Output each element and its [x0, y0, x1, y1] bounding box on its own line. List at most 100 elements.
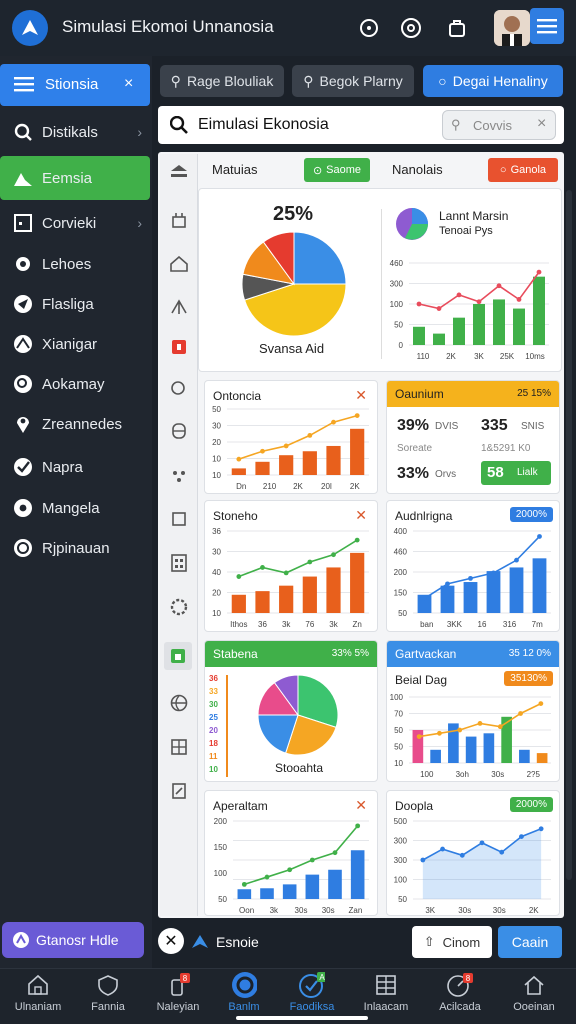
nav-item-inlaacam[interactable]: Inlaacam: [354, 972, 418, 1020]
bar: [328, 869, 342, 899]
nav-item-faodiksa[interactable]: A Faodiksa: [280, 972, 344, 1020]
grid-icon[interactable]: [168, 736, 190, 758]
nav-item-ooeinan[interactable]: Ooeinan: [502, 972, 566, 1020]
data-point: [538, 701, 544, 706]
search-icon: ⚲: [451, 117, 461, 132]
home-icon[interactable]: [168, 253, 190, 275]
tab-begok-plarny[interactable]: ⚲ Begok Plarny: [292, 65, 414, 97]
secondary-button-label: Cinom: [442, 934, 481, 950]
document-icon[interactable]: [168, 780, 190, 802]
bar: [255, 461, 270, 475]
square-icon[interactable]: [168, 508, 190, 530]
compass-icon: [12, 333, 34, 355]
clear-icon[interactable]: ×: [537, 115, 546, 133]
y-tick-label: 300: [394, 856, 408, 865]
sidebar-item-label: Mangela: [42, 499, 100, 517]
database-icon[interactable]: [168, 420, 190, 442]
bar: [255, 591, 270, 613]
tab-rage-blouliak[interactable]: ⚲ Rage Blouliak: [160, 65, 284, 97]
sidebar-item-aokamay[interactable]: Aokamay: [12, 368, 150, 400]
nav-item-ulnaniam[interactable]: Ulnaniam: [6, 972, 70, 1020]
doopla-chart: 500 300 300 100 50 3K 30s 30s 2K: [394, 817, 551, 915]
sidebar-item-mangela[interactable]: Mangela: [12, 492, 150, 524]
check-icon: A: [299, 972, 325, 998]
y-tick-label: 150: [214, 843, 228, 852]
card-title: Gartvackan: [395, 647, 457, 661]
close-icon[interactable]: ×: [124, 75, 133, 93]
bag-icon[interactable]: [446, 17, 468, 39]
close-icon[interactable]: ✕: [355, 507, 367, 524]
data-point: [422, 596, 427, 601]
bar: [433, 333, 445, 345]
x-tick-label: Dn: [236, 482, 246, 491]
bar: [519, 749, 530, 763]
save-button[interactable]: ⊙ Saome: [304, 158, 370, 182]
data-point: [499, 849, 505, 855]
x-tick-label: 30s: [493, 906, 506, 915]
nav-item-fannia[interactable]: Fannia: [76, 972, 140, 1020]
secondary-button[interactable]: ⇧ Cinom: [412, 926, 492, 958]
sidebar-item-label: Zreannedes: [42, 415, 123, 433]
calculator-icon[interactable]: [168, 552, 190, 574]
bar: [326, 567, 341, 613]
search-icon[interactable]: [168, 378, 190, 400]
y-tick-label: 11: [209, 752, 218, 761]
sidebar-item-corvieki[interactable]: Corvieki ›: [12, 207, 150, 239]
tab-degai-henaliny[interactable]: ○ Degai Henaliny: [423, 65, 563, 97]
plug-icon[interactable]: [168, 210, 190, 232]
sidebar-item-napra[interactable]: Napra: [12, 451, 150, 483]
x-tick-label: 36: [258, 620, 267, 629]
nav-item-naleyian[interactable]: 8 Naleyian: [146, 972, 210, 1020]
sidebar-item-zreannedes[interactable]: Zreannedes: [12, 408, 150, 440]
data-point: [260, 448, 265, 454]
sidebar-header-label: Stionsia: [45, 76, 99, 93]
x-tick-label: Ithos: [230, 620, 247, 629]
up-arrow-icon[interactable]: [168, 296, 190, 318]
data-point: [538, 826, 544, 832]
close-icon[interactable]: ✕: [355, 797, 367, 814]
audnlrigna-chart: 400 460 200 150 50 ban 3KK 16 316 7m: [394, 527, 551, 629]
chart-card-stoneho: Stoneho ✕ 36 30 40 20 10 Ithos 36 3k 76 3k Zn: [204, 500, 378, 632]
sidebar-header[interactable]: Stionsia ×: [0, 64, 150, 106]
x-tick-label: 3KK: [447, 620, 463, 629]
search-icon[interactable]: [358, 17, 380, 39]
ring-icon: [231, 972, 257, 998]
x-tick-label: ban: [420, 620, 433, 629]
nav-item-acilcada[interactable]: 8 Acilcada: [428, 972, 492, 1020]
grid-icon: [373, 972, 399, 998]
sidebar-item-lehoes[interactable]: Lehoes: [12, 248, 150, 280]
app-logo-icon[interactable]: [12, 10, 48, 46]
eye-icon: [12, 497, 34, 519]
sidebar-item-distikals[interactable]: Distikals ›: [12, 116, 150, 148]
settings-icon[interactable]: [400, 17, 422, 39]
sidebar-item-xianigar[interactable]: Xianigar: [12, 328, 150, 360]
layers-icon[interactable]: [168, 160, 190, 182]
menu-button[interactable]: [530, 8, 564, 44]
y-tick-label: 50: [394, 743, 403, 752]
search-icon: [170, 116, 188, 134]
alert-icon[interactable]: [168, 336, 190, 358]
svg-text:A: A: [319, 973, 325, 982]
sidebar-footer-button[interactable]: Gtanosr Hdle: [2, 922, 144, 958]
dots-icon[interactable]: [168, 465, 190, 487]
x-tick-label: 3K: [474, 352, 484, 361]
stat-sub: Soreate: [397, 443, 433, 454]
close-icon[interactable]: ✕: [158, 928, 184, 954]
bar: [533, 276, 545, 345]
bar: [440, 585, 455, 613]
cancel-button[interactable]: ○ Ganola: [488, 158, 558, 182]
sidebar-item-rjpinauan[interactable]: Rjpinauan: [12, 532, 150, 564]
sidebar-item-flasliga[interactable]: Flasliga: [12, 288, 150, 320]
sidebar-item-eemsia[interactable]: Eemsia: [12, 162, 150, 194]
gear-icon[interactable]: [168, 596, 190, 618]
search-input[interactable]: ⚲ Covvis ×: [442, 110, 556, 140]
primary-button[interactable]: Caain: [498, 926, 562, 958]
nav-item-banlm[interactable]: Banlm: [212, 972, 276, 1020]
stat-value: 39%: [397, 417, 430, 434]
chart-card-audnlrigna: Audnlrigna 2000% 400 460 200 150 50 ban 3KK 16 3…: [386, 500, 560, 632]
card-title: Audnlrigna: [395, 509, 453, 523]
avatar[interactable]: [494, 10, 530, 46]
globe-icon[interactable]: [168, 692, 190, 714]
scrollbar[interactable]: [566, 190, 572, 880]
lock-icon[interactable]: [167, 645, 189, 667]
